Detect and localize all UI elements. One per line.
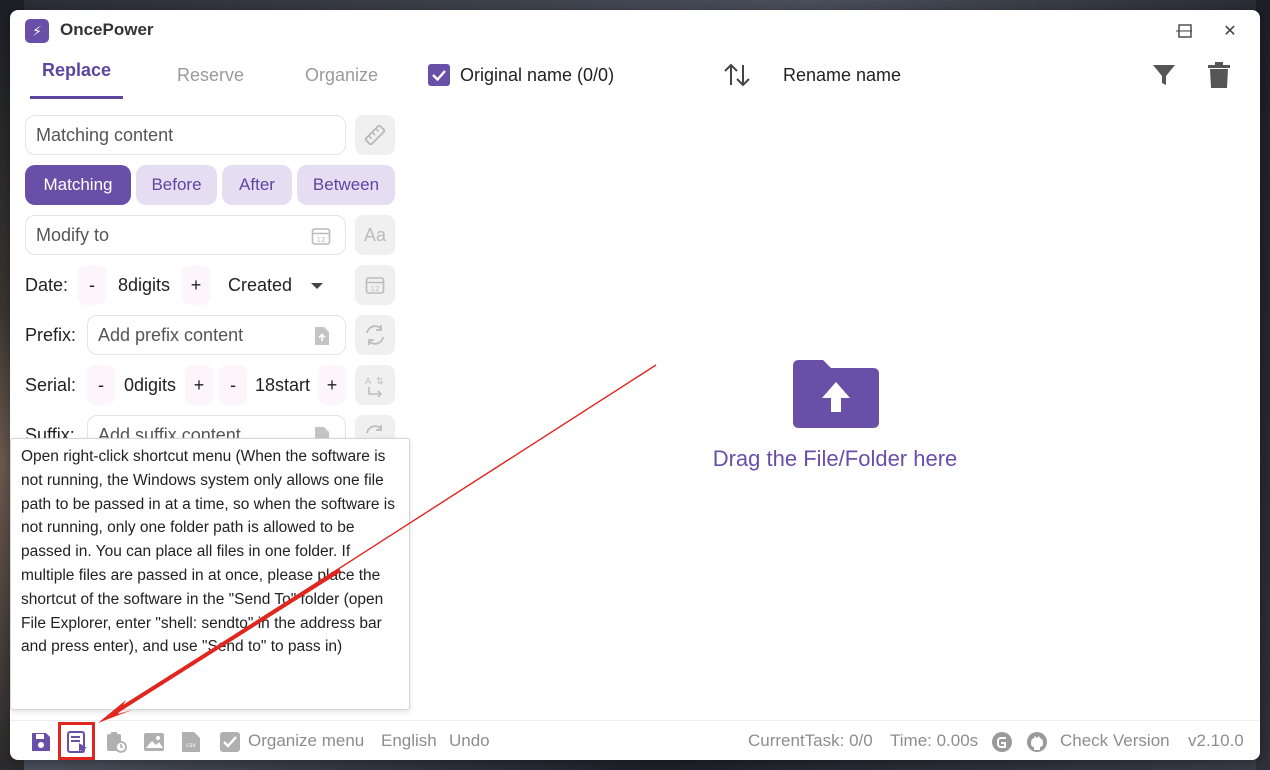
serial-digits-value: 0digits bbox=[123, 374, 177, 395]
date-digits-value: 8digits bbox=[117, 274, 171, 295]
current-task-status: CurrentTask: 0/0 bbox=[748, 731, 873, 750]
serial-order-button[interactable]: A ⇅ bbox=[355, 365, 395, 405]
app-window: ⚡ OncePower — ✕ Replace Reserve Organize… bbox=[10, 10, 1260, 760]
ruler-button[interactable] bbox=[355, 115, 395, 155]
rename-name-header: Rename name bbox=[783, 65, 902, 85]
csv-icon[interactable]: csv bbox=[180, 731, 202, 753]
svg-text:⇅: ⇅ bbox=[376, 377, 384, 387]
prefix-label: Prefix: bbox=[25, 325, 77, 345]
serial-label: Serial: bbox=[25, 375, 77, 395]
mode-between-button[interactable]: Between bbox=[297, 165, 395, 205]
annotation-highlight-box bbox=[58, 722, 95, 760]
save-icon[interactable] bbox=[30, 731, 52, 753]
modify-to-placeholder: Modify to bbox=[36, 224, 110, 245]
github-icon[interactable] bbox=[1026, 731, 1048, 753]
bottom-toolbar: csv Organize menu English Undo CurrentTa… bbox=[10, 720, 1260, 760]
select-all-checkbox[interactable] bbox=[428, 64, 450, 86]
active-tab-indicator bbox=[30, 96, 123, 99]
date-digits-stepper: - 8digits + bbox=[78, 265, 210, 305]
date-calendar-button[interactable]: 12 bbox=[355, 265, 395, 305]
undo-button[interactable]: Undo bbox=[449, 731, 490, 751]
elapsed-time: Time: 0.00s bbox=[890, 731, 979, 750]
date-type-value: Created bbox=[228, 275, 293, 295]
tab-organize[interactable]: Organize bbox=[305, 65, 378, 86]
language-button[interactable]: English bbox=[381, 731, 437, 751]
serial-start-plus-button[interactable]: + bbox=[318, 365, 346, 405]
image-icon[interactable] bbox=[143, 731, 165, 753]
mode-after-button[interactable]: After bbox=[222, 165, 292, 205]
check-version-button[interactable]: Check Version bbox=[1060, 731, 1170, 751]
filter-icon[interactable] bbox=[1152, 63, 1176, 87]
svg-text:A: A bbox=[365, 377, 372, 387]
date-type-select[interactable]: Created bbox=[228, 275, 324, 296]
calendar-icon[interactable]: 12 bbox=[311, 226, 331, 246]
close-button[interactable]: ✕ bbox=[1210, 18, 1250, 44]
tab-replace[interactable]: Replace bbox=[42, 60, 111, 81]
check-icon bbox=[432, 70, 446, 82]
app-title: OncePower bbox=[60, 20, 154, 39]
serial-start-stepper: - 18start + bbox=[219, 365, 346, 405]
chevron-down-icon bbox=[311, 282, 324, 289]
organize-menu-label[interactable]: Organize menu bbox=[248, 731, 364, 751]
mode-before-button[interactable]: Before bbox=[136, 165, 217, 205]
drop-zone[interactable]: Drag the File/Folder here bbox=[690, 358, 980, 488]
maximize-icon bbox=[1178, 24, 1192, 38]
prefix-input[interactable]: Add prefix content bbox=[87, 315, 346, 355]
serial-digits-stepper: - 0digits + bbox=[87, 365, 213, 405]
svg-text:csv: csv bbox=[186, 742, 196, 749]
svg-text:12: 12 bbox=[371, 285, 380, 293]
trash-icon[interactable] bbox=[1208, 62, 1230, 88]
case-button[interactable]: Aa bbox=[355, 215, 395, 255]
maximize-button[interactable] bbox=[1165, 18, 1205, 44]
matching-content-input[interactable]: Matching content bbox=[25, 115, 346, 155]
date-plus-button[interactable]: + bbox=[182, 265, 210, 305]
modify-to-input[interactable]: Modify to 12 bbox=[25, 215, 346, 255]
sort-icon[interactable] bbox=[722, 60, 752, 90]
version-label: v2.10.0 bbox=[1188, 731, 1244, 750]
tab-reserve[interactable]: Reserve bbox=[177, 65, 244, 86]
organize-menu-checkbox[interactable] bbox=[219, 731, 241, 753]
gitee-icon[interactable] bbox=[991, 731, 1013, 753]
original-name-header: Original name (0/0) bbox=[460, 65, 615, 85]
serial-digits-minus-button[interactable]: - bbox=[87, 365, 115, 405]
case-icon: Aa bbox=[363, 224, 387, 245]
serial-start-minus-button[interactable]: - bbox=[219, 365, 247, 405]
ruler-icon bbox=[364, 124, 386, 146]
prefix-refresh-button[interactable] bbox=[355, 315, 395, 355]
lightning-icon: ⚡ bbox=[25, 19, 49, 43]
calendar-icon: 12 bbox=[365, 277, 385, 294]
sort-letters-icon: A ⇅ bbox=[365, 377, 384, 397]
drop-zone-label: Drag the File/Folder here bbox=[712, 446, 958, 471]
serial-start-value: 18start bbox=[254, 374, 311, 395]
date-minus-button[interactable]: - bbox=[78, 265, 106, 305]
folder-upload-icon bbox=[793, 360, 879, 428]
date-label: Date: bbox=[25, 275, 69, 295]
refresh-icon bbox=[366, 325, 384, 345]
serial-digits-plus-button[interactable]: + bbox=[185, 365, 213, 405]
title-bar: ⚡ OncePower — ✕ bbox=[10, 10, 1260, 52]
prefix-placeholder: Add prefix content bbox=[98, 324, 244, 345]
clipboard-history-icon[interactable] bbox=[105, 731, 127, 753]
mode-matching-button[interactable]: Matching bbox=[25, 165, 131, 205]
file-upload-icon[interactable] bbox=[313, 326, 331, 346]
svg-text:12: 12 bbox=[317, 236, 326, 244]
shortcut-menu-tooltip: Open right-click shortcut menu (When the… bbox=[10, 438, 410, 710]
